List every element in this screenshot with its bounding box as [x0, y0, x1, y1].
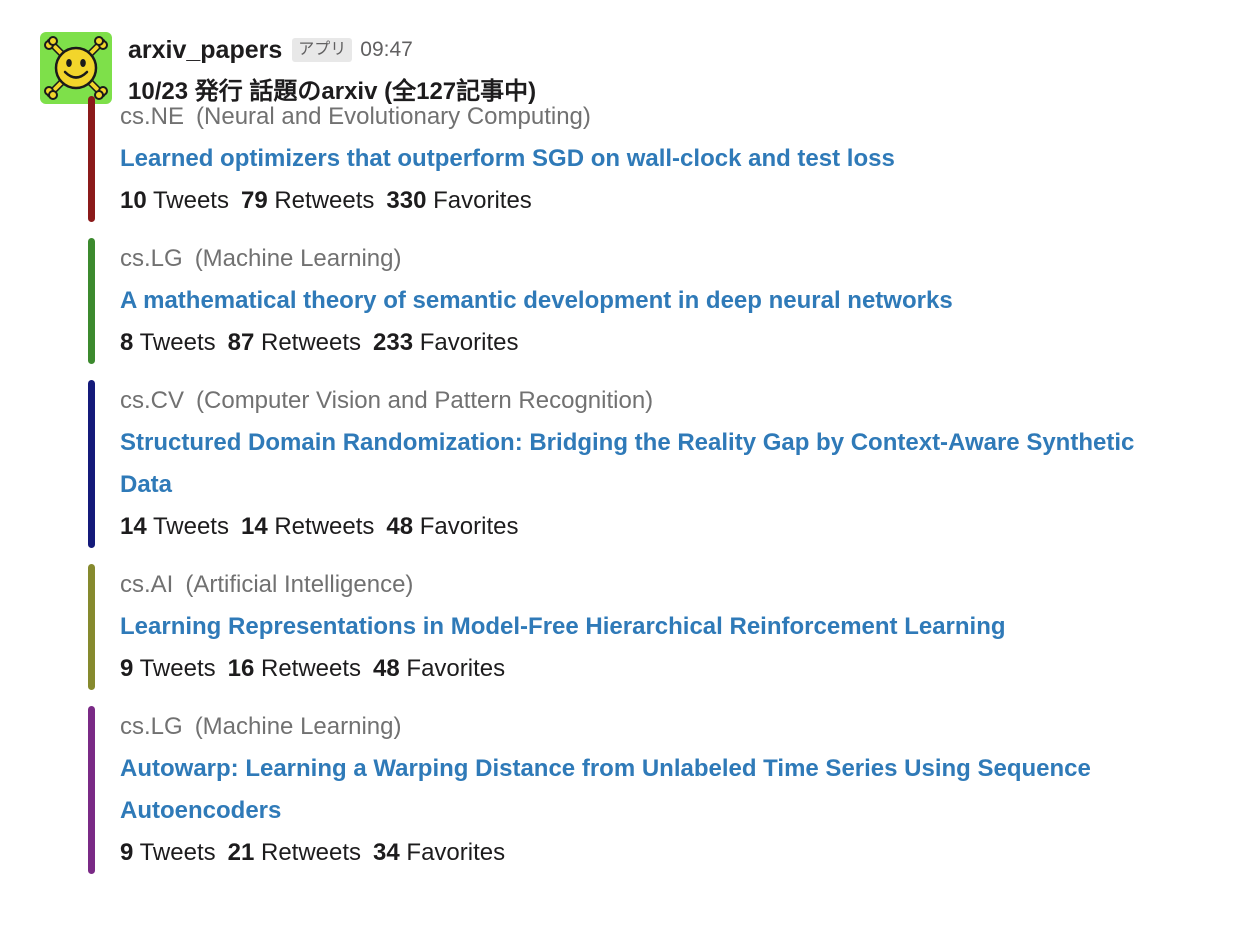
retweets-label: Retweets [274, 513, 375, 540]
favorites-count: 233 [373, 329, 414, 356]
favorites-count: 330 [386, 187, 427, 214]
favorites-count: 34 [373, 839, 400, 866]
paper-attachment: cs.CV (Computer Vision and Pattern Recogn… [88, 380, 1188, 548]
attachment-color-bar [88, 238, 95, 364]
favorites-label: Favorites [419, 513, 519, 540]
app-badge: アプリ [292, 38, 353, 62]
category-code: cs.LG [120, 245, 183, 272]
category-name: (Machine Learning) [194, 713, 402, 740]
attachment-color-bar [88, 96, 95, 222]
paper-title-link[interactable]: Learned optimizers that outperform SGD o… [120, 138, 1188, 180]
favorites-count: 48 [373, 655, 400, 682]
favorites-label: Favorites [406, 655, 506, 682]
message-timestamp[interactable]: 09:47 [360, 38, 413, 62]
category-code: cs.LG [120, 713, 183, 740]
retweets-label: Retweets [261, 329, 362, 356]
avatar[interactable] [40, 32, 112, 104]
paper-category: cs.NE (Neural and Evolutionary Computing) [120, 96, 1188, 138]
paper-stats: 10 Tweets 79 Retweets 330 Favorites [120, 180, 1188, 222]
message-meta: arxiv_papers アプリ 09:47 [128, 28, 1228, 72]
paper-category: cs.LG (Machine Learning) [120, 706, 1188, 748]
retweets-label: Retweets [261, 655, 362, 682]
paper-title-link[interactable]: Autowarp: Learning a Warping Distance fr… [120, 748, 1188, 832]
tweets-count: 9 [120, 839, 134, 866]
retweets-label: Retweets [261, 839, 362, 866]
tweets-label: Tweets [152, 513, 229, 540]
tweets-label: Tweets [139, 329, 216, 356]
category-code: cs.AI [120, 571, 174, 598]
attachment-color-bar [88, 706, 95, 874]
attachment-color-bar [88, 564, 95, 690]
tweets-label: Tweets [139, 839, 216, 866]
paper-attachment: cs.AI (Artificial Intelligence) Learning … [88, 564, 1188, 690]
tweets-label: Tweets [139, 655, 216, 682]
favorites-label: Favorites [433, 187, 532, 214]
paper-attachment: cs.NE (Neural and Evolutionary Computing)… [88, 96, 1188, 222]
tweets-label: Tweets [152, 187, 229, 214]
tweets-count: 10 [120, 187, 147, 214]
paper-category: cs.CV (Computer Vision and Pattern Recogn… [120, 380, 1188, 422]
favorites-count: 48 [386, 513, 414, 540]
paper-stats: 9 Tweets 21 Retweets 34 Favorites [120, 832, 1188, 874]
category-name: (Machine Learning) [194, 245, 402, 272]
paper-title-link[interactable]: Learning Representations in Model-Free H… [120, 606, 1188, 648]
sender-name[interactable]: arxiv_papers [128, 36, 282, 65]
retweets-count: 14 [240, 513, 268, 540]
paper-stats: 9 Tweets 16 Retweets 48 Favorites [120, 648, 1188, 690]
category-code: cs.NE [120, 103, 185, 130]
attachment-list: cs.NE (Neural and Evolutionary Computing)… [88, 96, 1188, 890]
category-name: (Artificial Intelligence) [185, 571, 414, 598]
category-code: cs.CV [120, 387, 185, 414]
category-name: (Computer Vision and Pattern Recognition… [196, 387, 654, 414]
category-name: (Neural and Evolutionary Computing) [196, 103, 591, 130]
retweets-count: 21 [227, 839, 255, 866]
paper-title-link[interactable]: A mathematical theory of semantic develo… [120, 280, 1188, 322]
paper-stats: 8 Tweets 87 Retweets 233 Favorites [120, 322, 1188, 364]
paper-attachment: cs.LG (Machine Learning) Autowarp: Learni… [88, 706, 1188, 874]
paper-category: cs.LG (Machine Learning) [120, 238, 1188, 280]
paper-category: cs.AI (Artificial Intelligence) [120, 564, 1188, 606]
retweets-count: 87 [227, 329, 255, 356]
paper-attachment: cs.LG (Machine Learning) A mathematical t… [88, 238, 1188, 364]
favorites-label: Favorites [419, 329, 519, 356]
paper-title-link[interactable]: Structured Domain Randomization: Bridgin… [120, 422, 1188, 506]
retweets-label: Retweets [274, 187, 375, 214]
retweets-count: 16 [227, 655, 255, 682]
smiley-crossbones-icon [44, 36, 108, 100]
tweets-count: 14 [120, 513, 147, 540]
retweets-count: 79 [240, 187, 268, 214]
tweets-count: 9 [120, 655, 134, 682]
paper-stats: 14 Tweets 14 Retweets 48 Favorites [120, 506, 1188, 548]
tweets-count: 8 [120, 329, 134, 356]
attachment-color-bar [88, 380, 95, 548]
favorites-label: Favorites [406, 839, 506, 866]
